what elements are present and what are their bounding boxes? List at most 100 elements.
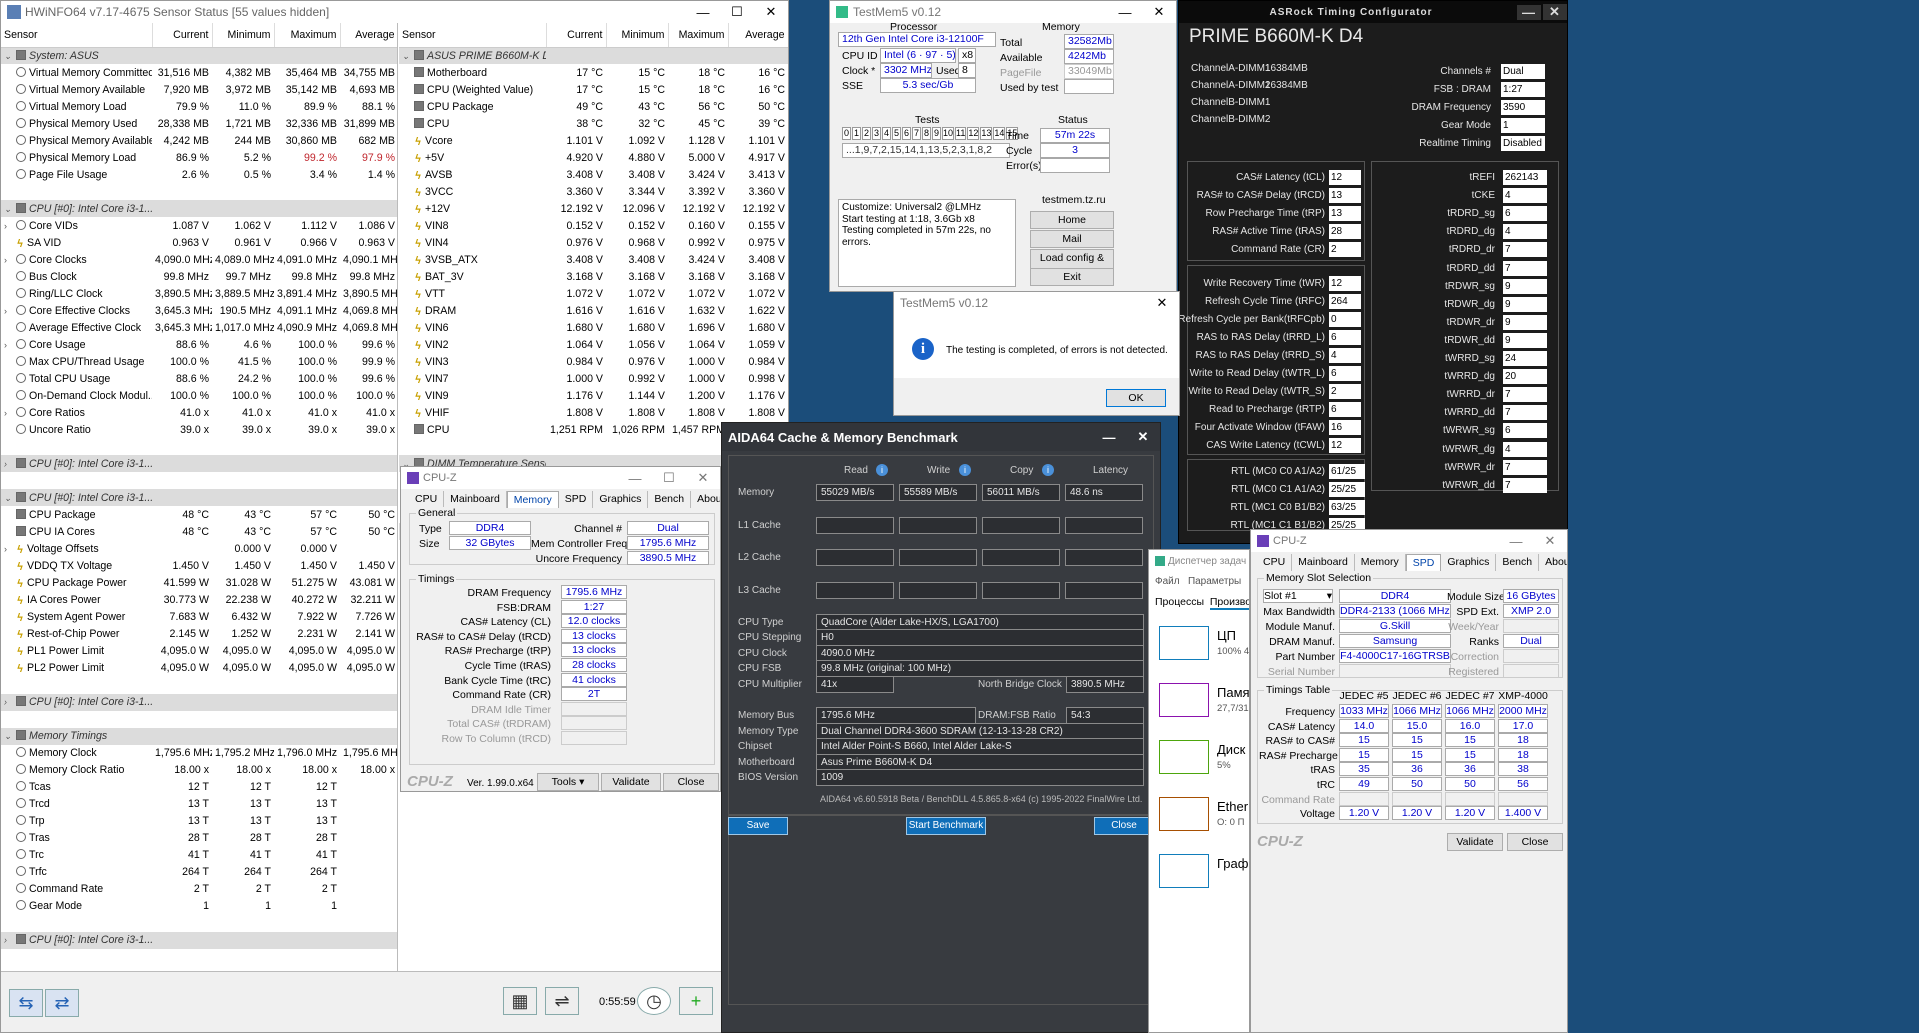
sensor-row[interactable]: ϟ CPU Package Power 41.599 W 31.028 W 51.275… bbox=[1, 574, 397, 591]
menu-options[interactable]: Параметры bbox=[1188, 576, 1241, 587]
sensor-row[interactable]: Page File Usage 2.6 % 0.5 % 3.4 % 1.4 % bbox=[1, 166, 397, 183]
chevron-down-icon[interactable]: ⌄ bbox=[4, 731, 16, 742]
sensor-group-row[interactable]: ⌄ CPU [#0]: Intel Core i3-1... bbox=[1, 489, 397, 507]
hwinfo-titlebar[interactable]: HWiNFO64 v7.17-4675 Sensor Status [55 va… bbox=[1, 1, 788, 23]
timing-value[interactable]: 4 bbox=[1503, 188, 1547, 204]
info-icon[interactable]: i bbox=[876, 464, 888, 476]
secondary-timing-value[interactable]: 6 bbox=[1329, 366, 1361, 381]
chevron-right-icon[interactable]: › bbox=[4, 306, 16, 316]
secondary-timing-value[interactable]: 2 bbox=[1329, 384, 1361, 399]
close-button[interactable]: ✕ bbox=[1142, 4, 1176, 20]
menu-file[interactable]: Файл bbox=[1155, 576, 1180, 587]
sensor-row[interactable]: Max CPU/Thread Usage 100.0 % 41.5 % 100.0 %… bbox=[1, 353, 397, 370]
secondary-timing-value[interactable]: 264 bbox=[1329, 294, 1361, 309]
tab-about[interactable]: About bbox=[1539, 554, 1567, 571]
column-header[interactable]: Maximum bbox=[668, 23, 729, 48]
sensor-row[interactable]: Physical Memory Used 28,338 MB 1,721 MB 32,… bbox=[1, 115, 397, 132]
chevron-right-icon[interactable]: › bbox=[4, 221, 16, 231]
chevron-down-icon[interactable]: ⌄ bbox=[4, 204, 16, 215]
minimize-button[interactable]: — bbox=[686, 5, 720, 20]
minimize-button[interactable]: — bbox=[618, 471, 652, 486]
column-header[interactable]: Maximum bbox=[274, 23, 341, 48]
aida-titlebar[interactable]: AIDA64 Cache & Memory Benchmark — ✕ bbox=[722, 423, 1160, 451]
chevron-right-icon[interactable]: › bbox=[4, 408, 16, 418]
tab-mainboard[interactable]: Mainboard bbox=[1292, 554, 1355, 571]
taskmgr-titlebar[interactable]: Диспетчер задач bbox=[1149, 550, 1249, 572]
column-header[interactable]: Minimum bbox=[606, 23, 669, 48]
sensor-row[interactable]: ϟ AVSB 3.408 V 3.408 V 3.424 V 3.413 V bbox=[399, 166, 788, 183]
sensor-row[interactable]: Command Rate 2 T 2 T 2 T bbox=[1, 881, 397, 898]
sensor-row[interactable]: ϟ VIN2 1.064 V 1.056 V 1.064 V 1.059 V bbox=[399, 336, 788, 353]
tab-processes[interactable]: Процессы bbox=[1155, 596, 1204, 608]
sensor-row[interactable]: Total CPU Usage 88.6 % 24.2 % 100.0 % 99.6 % bbox=[1, 370, 397, 387]
timing-value[interactable]: 7 bbox=[1503, 242, 1547, 258]
expand-arrows-icon[interactable]: ⇄ bbox=[45, 989, 79, 1017]
tab-memory[interactable]: Memory bbox=[506, 491, 559, 508]
chevron-down-icon[interactable]: ⌄ bbox=[4, 493, 16, 504]
report-icon[interactable]: ▦ bbox=[503, 987, 537, 1015]
primary-timing-value[interactable]: 2 bbox=[1329, 242, 1361, 257]
secondary-timing-value[interactable]: 12 bbox=[1329, 438, 1361, 453]
column-header[interactable]: Sensor bbox=[399, 23, 547, 48]
tab-about[interactable]: About bbox=[691, 491, 720, 508]
tab-bench[interactable]: Bench bbox=[648, 491, 692, 508]
sensor-row[interactable]: ϟ VIN8 0.152 V 0.152 V 0.160 V 0.155 V bbox=[399, 217, 788, 234]
close-cpuz-button[interactable]: Close bbox=[663, 773, 719, 791]
cpuz-titlebar[interactable]: CPU-Z — ☐ ✕ bbox=[401, 467, 720, 489]
sensor-row[interactable]: Virtual Memory Committed 31,516 MB 4,382 M… bbox=[1, 64, 397, 81]
testmem-titlebar[interactable]: TestMem5 v0.12 — ✕ bbox=[830, 1, 1176, 23]
perf-thumbnail[interactable] bbox=[1159, 683, 1209, 717]
timing-value[interactable]: 7 bbox=[1503, 459, 1547, 475]
save-button[interactable]: Save bbox=[728, 817, 788, 835]
rtl-value[interactable]: 61/25 bbox=[1329, 464, 1365, 479]
secondary-timing-value[interactable]: 4 bbox=[1329, 348, 1361, 363]
sensor-group-row[interactable]: ⌄ Memory Timings bbox=[1, 727, 397, 745]
sensor-row[interactable]: Physical Memory Load 86.9 % 5.2 % 99.2 % 97.… bbox=[1, 149, 397, 166]
asrock-titlebar[interactable]: ASRock Timing Configurator — ✕ bbox=[1179, 1, 1567, 23]
sensor-row[interactable]: ϟ 3VSB_ATX 3.408 V 3.408 V 3.424 V 3.408 V bbox=[399, 251, 788, 268]
primary-timing-value[interactable]: 13 bbox=[1329, 206, 1361, 221]
sensor-row[interactable]: ϟ IA Cores Power 30.773 W 22.238 W 40.272 W 3… bbox=[1, 592, 397, 609]
sensor-row[interactable]: On-Demand Clock Modul... 100.0 % 100.0 % 10… bbox=[1, 387, 397, 404]
sensor-row[interactable]: ϟ Rest-of-Chip Power 2.145 W 1.252 W 2.231 W… bbox=[1, 626, 397, 643]
chevron-right-icon[interactable]: › bbox=[4, 544, 16, 554]
sensor-row[interactable]: Tras 28 T 28 T 28 T bbox=[1, 830, 397, 847]
timing-value[interactable]: 9 bbox=[1503, 332, 1547, 348]
timing-value[interactable]: 7 bbox=[1503, 387, 1547, 403]
timing-value[interactable]: 7 bbox=[1503, 405, 1547, 421]
chevron-right-icon[interactable]: › bbox=[4, 935, 16, 945]
secondary-timing-value[interactable]: 0 bbox=[1329, 312, 1361, 327]
sensor-group-row[interactable]: ⌄ ASUS PRIME B660M-K D4... bbox=[399, 47, 788, 65]
sensor-row[interactable]: Trc 41 T 41 T 41 T bbox=[1, 847, 397, 864]
tab-graphics[interactable]: Graphics bbox=[1441, 554, 1497, 571]
hwinfo-left-pane[interactable]: Sensor Current Minimum Maximum Average ⌄ Syste… bbox=[1, 23, 398, 971]
column-header[interactable]: Current bbox=[152, 23, 213, 48]
sensor-row[interactable]: ϟ 3VCC 3.360 V 3.344 V 3.392 V 3.360 V bbox=[399, 183, 788, 200]
sensor-row[interactable]: ϟ +12V 12.192 V 12.096 V 12.192 V 12.192 V bbox=[399, 200, 788, 217]
column-header[interactable]: Sensor bbox=[1, 23, 153, 48]
sensor-row[interactable]: Virtual Memory Load 79.9 % 11.0 % 89.9 % 88.… bbox=[1, 98, 397, 115]
tab-cpu[interactable]: CPU bbox=[409, 491, 445, 508]
sensor-row[interactable]: ϟ +5V 4.920 V 4.880 V 5.000 V 4.917 V bbox=[399, 149, 788, 166]
minimize-button[interactable]: — bbox=[1092, 430, 1126, 445]
start-benchmark-button[interactable]: Start Benchmark bbox=[906, 817, 986, 835]
timing-value[interactable]: 24 bbox=[1503, 351, 1547, 366]
sensor-row[interactable]: ϟ PL2 Power Limit 4,095.0 W 4,095.0 W 4,095.… bbox=[1, 660, 397, 677]
timing-value[interactable]: 6 bbox=[1503, 206, 1547, 222]
close-cpuz2-button[interactable]: Close bbox=[1507, 833, 1563, 851]
sensor-row[interactable]: Trp 13 T 13 T 13 T bbox=[1, 813, 397, 830]
timing-value[interactable]: 6 bbox=[1503, 423, 1547, 439]
chevron-right-icon[interactable]: › bbox=[4, 340, 16, 350]
sensor-row[interactable]: › Core VIDs 1.087 V 1.062 V 1.112 V 1.086 V bbox=[1, 217, 397, 234]
chevron-down-icon[interactable]: ⌄ bbox=[402, 51, 414, 62]
sensor-row[interactable]: ϟ VIN3 0.984 V 0.976 V 1.000 V 0.984 V bbox=[399, 353, 788, 370]
validate-button[interactable]: Validate bbox=[601, 773, 661, 791]
sensor-row[interactable]: ϟ SA VID 0.963 V 0.961 V 0.966 V 0.963 V bbox=[1, 234, 397, 251]
primary-timing-value[interactable]: 12 bbox=[1329, 170, 1361, 185]
sensor-group-row[interactable]: ⌄ CPU [#0]: Intel Core i3-1... bbox=[1, 200, 397, 218]
sensor-row[interactable]: › ϟ Voltage Offsets 0.000 V 0.000 V bbox=[1, 540, 397, 557]
tab-cpu[interactable]: CPU bbox=[1257, 554, 1293, 571]
sensor-row[interactable]: ϟ VIN6 1.680 V 1.680 V 1.696 V 1.680 V bbox=[399, 319, 788, 336]
minimize-button[interactable]: — bbox=[1499, 534, 1533, 549]
sensor-row[interactable]: Memory Clock Ratio 18.00 x 18.00 x 18.00 x 1… bbox=[1, 762, 397, 779]
